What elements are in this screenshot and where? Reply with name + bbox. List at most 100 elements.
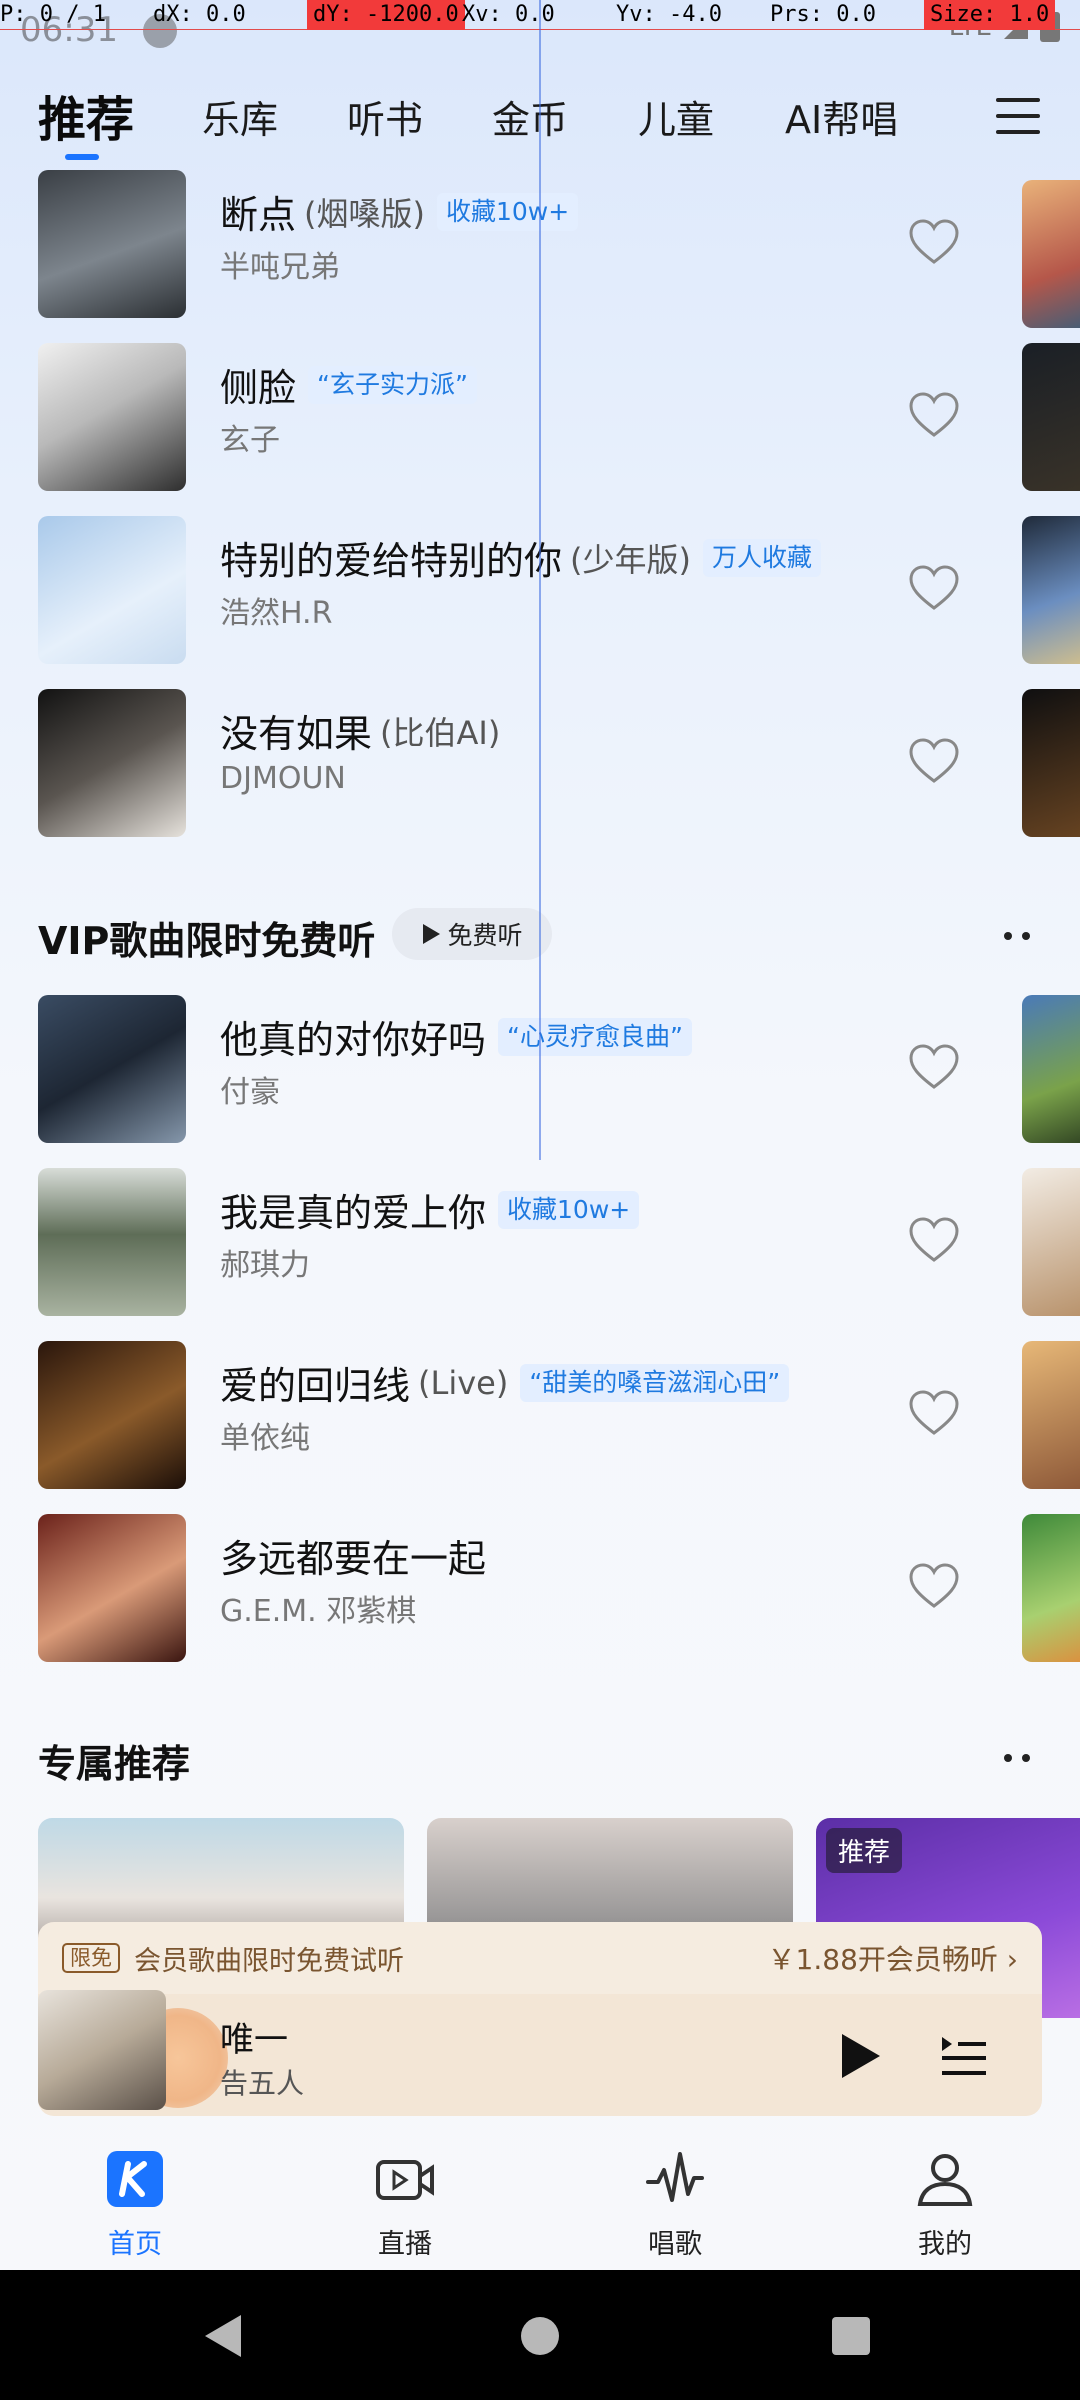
pointer-debug-overlay: P: 0 / 1 dX: 0.0 dY: -1200.0 Xv: 0.0 Yv:…: [0, 0, 1080, 30]
tab-audiobooks[interactable]: 听书: [347, 90, 423, 150]
nav-profile-label: 我的: [918, 2229, 972, 2260]
heart-icon[interactable]: [908, 391, 960, 439]
tab-recommend[interactable]: 推荐: [38, 90, 134, 150]
player-song-title: 唯一: [220, 2020, 288, 2060]
nav-profile[interactable]: 我的: [875, 2148, 1015, 2268]
song-tag: 万人收藏: [703, 538, 822, 577]
recent-apps-icon[interactable]: [832, 2317, 870, 2355]
song-title-line: 我是真的爱上你 收藏10w+: [220, 1182, 640, 1237]
system-navigation-bar: [0, 2270, 1080, 2400]
song-artist: 玄子: [220, 423, 280, 458]
next-card-peek[interactable]: [1022, 1514, 1080, 1662]
player-artist: 告五人: [220, 2067, 305, 2100]
song-row[interactable]: 侧脸 “玄子实力派” 玄子: [38, 343, 1038, 491]
more-icon[interactable]: [1004, 1754, 1040, 1766]
song-version: (烟嗓版): [304, 194, 425, 233]
play-icon: [423, 924, 441, 944]
song-tag: 收藏10w+: [498, 1190, 640, 1229]
sing-wave-icon: [646, 2152, 704, 2202]
app-screen: P: 0 / 1 dX: 0.0 dY: -1200.0 Xv: 0.0 Yv:…: [0, 0, 1080, 2270]
album-cover: [38, 1514, 186, 1662]
song-row[interactable]: 特别的爱给特别的你 (少年版) 万人收藏 浩然H.R: [38, 516, 1038, 664]
song-tag: “玄子实力派”: [308, 365, 477, 404]
song-row[interactable]: 没有如果 (比伯AI) DJMOUN: [38, 689, 1038, 837]
next-card-peek[interactable]: [1022, 1168, 1080, 1316]
album-cover: [38, 170, 186, 318]
heart-icon[interactable]: [908, 737, 960, 785]
next-card-peek[interactable]: [1022, 516, 1080, 664]
tab-active-indicator: [65, 154, 99, 160]
play-button-icon[interactable]: [838, 2032, 882, 2080]
song-title-line: 没有如果 (比伯AI): [220, 703, 500, 758]
tab-kids[interactable]: 儿童: [638, 90, 714, 150]
song-title: 侧脸: [220, 366, 297, 410]
song-row[interactable]: 爱的回归线 (Live) “甜美的嗓音滋润心田” 单依纯: [38, 1341, 1038, 1489]
heart-icon[interactable]: [908, 564, 960, 612]
song-title-line: 侧脸 “玄子实力派”: [220, 357, 477, 412]
free-listen-button[interactable]: 免费听: [392, 908, 552, 960]
heart-icon[interactable]: [908, 1043, 960, 1091]
menu-icon[interactable]: [996, 98, 1040, 138]
next-card-peek[interactable]: [1022, 180, 1080, 328]
heart-icon[interactable]: [908, 1389, 960, 1437]
song-row[interactable]: 断点 (烟嗓版) 收藏10w+ 半吨兄弟: [38, 170, 1038, 318]
song-tag: 收藏10w+: [437, 192, 579, 231]
song-title: 没有如果: [220, 712, 373, 756]
playlist-queue-icon[interactable]: [940, 2034, 988, 2078]
next-card-peek[interactable]: [1022, 343, 1080, 491]
song-title: 他真的对你好吗: [220, 1018, 487, 1062]
player-album-art: [38, 1990, 166, 2110]
section-title-vip: VIP歌曲限时免费听: [38, 919, 376, 963]
home-icon[interactable]: [521, 2317, 559, 2355]
free-listen-label: 免费听: [447, 921, 523, 950]
nav-home[interactable]: 首页: [65, 2148, 205, 2268]
profile-icon: [917, 2154, 973, 2206]
song-artist: 浩然H.R: [220, 596, 333, 631]
song-artist: 付豪: [220, 1075, 280, 1110]
song-title: 多远都要在一起: [220, 1537, 487, 1581]
next-card-peek[interactable]: [1022, 689, 1080, 837]
debug-pointer-count: P: 0 / 1: [0, 2, 106, 27]
mini-player[interactable]: 唯一 告五人: [38, 1990, 1042, 2116]
next-card-peek[interactable]: [1022, 1341, 1080, 1489]
nav-sing-label: 唱歌: [648, 2229, 702, 2260]
heart-icon[interactable]: [908, 1562, 960, 1610]
home-k-icon: [107, 2151, 163, 2207]
vip-badge: 限免: [62, 1943, 120, 1973]
tab-coins[interactable]: 金币: [492, 90, 568, 150]
tab-library[interactable]: 乐库: [202, 90, 278, 150]
song-artist: DJMOUN: [220, 761, 346, 796]
debug-size: Size: 1.0: [924, 0, 1056, 30]
heart-icon[interactable]: [908, 218, 960, 266]
song-title: 爱的回归线: [220, 1364, 411, 1408]
song-title-line: 爱的回归线 (Live) “甜美的嗓音滋润心田”: [220, 1355, 790, 1410]
debug-dx: dX: 0.0: [153, 2, 246, 27]
next-card-peek[interactable]: [1022, 995, 1080, 1143]
album-cover: [38, 1341, 186, 1489]
back-icon[interactable]: [205, 2315, 241, 2357]
song-row[interactable]: 他真的对你好吗 “心灵疗愈良曲” 付豪: [38, 995, 1038, 1143]
song-title: 特别的爱给特别的你: [220, 539, 563, 583]
album-cover: [38, 343, 186, 491]
song-version: (Live): [418, 1363, 509, 1402]
album-cover: [38, 689, 186, 837]
song-artist: 郝琪力: [220, 1248, 310, 1283]
song-artist: G.E.M. 邓紫棋: [220, 1594, 417, 1629]
card-tag: 推荐: [826, 1828, 903, 1873]
debug-dy: dY: -1200.0: [307, 0, 465, 30]
song-row[interactable]: 多远都要在一起 G.E.M. 邓紫棋: [38, 1514, 1038, 1662]
album-cover: [38, 1168, 186, 1316]
vip-price-link[interactable]: ￥1.88开会员畅听 ›: [768, 1938, 1018, 1978]
nav-sing[interactable]: 唱歌: [605, 2148, 745, 2268]
song-title-line: 特别的爱给特别的你 (少年版) 万人收藏: [220, 530, 822, 585]
vip-promo-bar[interactable]: 限免 会员歌曲限时免费试听 ￥1.88开会员畅听 ›: [38, 1922, 1042, 1994]
heart-icon[interactable]: [908, 1216, 960, 1264]
tab-ai-sing[interactable]: AI帮唱: [785, 90, 898, 150]
debug-yv: Yv: -4.0: [616, 2, 722, 27]
song-version: (比伯AI): [380, 713, 501, 752]
song-row[interactable]: 我是真的爱上你 收藏10w+ 郝琪力: [38, 1168, 1038, 1316]
more-icon[interactable]: [1004, 932, 1040, 944]
nav-live[interactable]: 直播: [335, 2148, 475, 2268]
song-title-line: 他真的对你好吗 “心灵疗愈良曲”: [220, 1009, 692, 1064]
song-title: 断点: [220, 193, 297, 237]
